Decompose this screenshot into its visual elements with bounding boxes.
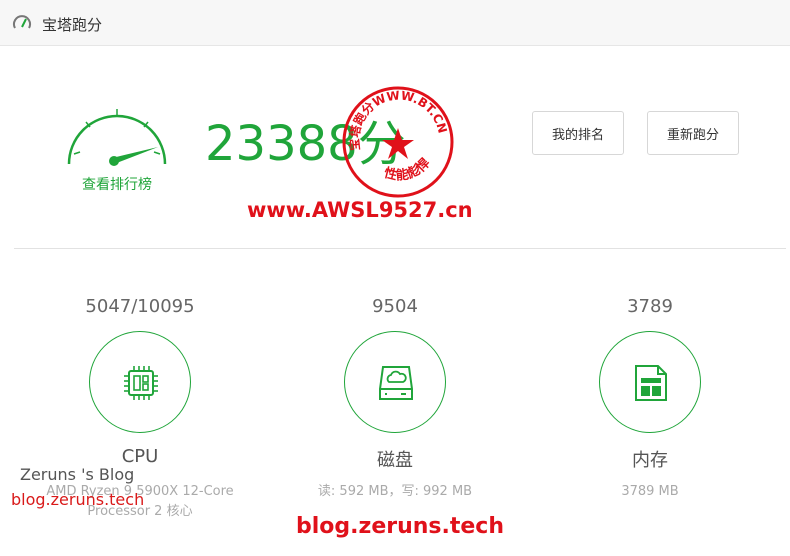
cpu-card: 5047/10095 CPU AMD Ryzen 9 5900X 12-Core… <box>40 296 240 519</box>
cpu-circle <box>89 331 191 433</box>
disk-circle <box>344 331 446 433</box>
cpu-label: CPU <box>121 446 159 467</box>
my-ranking-button[interactable]: 我的排名 <box>532 111 624 155</box>
rerun-benchmark-button[interactable]: 重新跑分 <box>647 111 739 155</box>
memory-detail: 3789 MB <box>621 484 679 499</box>
memory-label: 内存 <box>632 450 668 471</box>
site-watermark: www.AWSL9527.cn <box>247 198 473 222</box>
disk-label: 磁盘 <box>377 450 413 471</box>
svg-text:性能彪悍: 性能彪悍 <box>382 155 433 184</box>
disk-score: 9504 <box>372 296 418 317</box>
cpu-chip-icon <box>124 366 158 400</box>
memory-card: 3789 内存 3789 MB <box>550 296 750 499</box>
score-gauge <box>67 109 167 166</box>
divider <box>14 248 786 249</box>
star-icon <box>382 128 414 159</box>
disk-detail: 读: 592 MB，写: 992 MB <box>317 484 473 499</box>
title-bar: 宝塔跑分 <box>0 0 790 46</box>
score-value: 23388 <box>205 116 358 172</box>
memory-score: 3789 <box>627 296 673 317</box>
memory-file-icon <box>635 365 667 401</box>
blog-title-watermark: Zeruns 's Blog <box>20 465 135 484</box>
seal-stamp: 宝塔跑分WWW.BT.CN 性能彪悍 <box>342 86 454 198</box>
speedometer-icon <box>13 15 31 29</box>
memory-circle <box>599 331 701 433</box>
blog-url-watermark-left: blog.zeruns.tech <box>11 490 145 509</box>
view-leaderboard-link[interactable]: 查看排行榜 <box>72 174 162 194</box>
disk-drive-icon <box>379 366 413 400</box>
blog-url-watermark-bottom: blog.zeruns.tech <box>296 514 505 539</box>
disk-card: 9504 磁盘 读: 592 MB，写: 992 MB <box>295 296 495 499</box>
cpu-score: 5047/10095 <box>85 296 195 317</box>
window-title: 宝塔跑分 <box>42 16 103 34</box>
